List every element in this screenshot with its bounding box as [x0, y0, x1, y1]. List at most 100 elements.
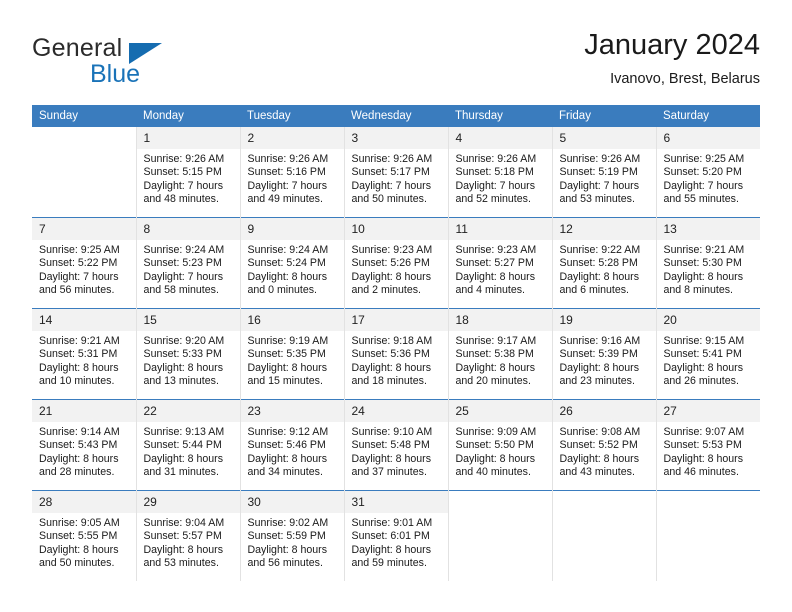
day-sun-info: Sunrise: 9:23 AM Sunset: 5:26 PM Daylight:… [345, 240, 448, 297]
calendar-day-cell[interactable]: 23 Sunrise: 9:12 AM Sunset: 5:46 PM Dayligh… [240, 399, 345, 491]
day-info-line: and 4 minutes. [455, 283, 526, 296]
calendar-day-cell[interactable]: 6 Sunrise: 9:25 AM Sunset: 5:20 PM Daylight… [656, 127, 760, 218]
day-info-line: Sunrise: 9:26 AM [143, 153, 225, 165]
calendar-day-cell[interactable]: 24 Sunrise: 9:10 AM Sunset: 5:48 PM Dayligh… [344, 399, 449, 491]
day-info-line: and 18 minutes. [351, 374, 427, 387]
day-sun-info: Sunrise: 9:19 AM Sunset: 5:35 PM Daylight:… [241, 331, 344, 388]
day-info-line: Sunrise: 9:05 AM [39, 517, 120, 529]
day-info-line: Daylight: 8 hours [351, 543, 432, 556]
calendar-day-cell[interactable]: 3 Sunrise: 9:26 AM Sunset: 5:17 PM Daylight… [344, 127, 449, 218]
calendar-day-cell[interactable]: 11 Sunrise: 9:23 AM Sunset: 5:27 PM Dayligh… [448, 217, 553, 309]
day-number: 20 [656, 309, 760, 331]
day-info-line: and 46 minutes. [663, 465, 739, 478]
day-sun-info: Sunrise: 9:24 AM Sunset: 5:23 PM Daylight:… [137, 240, 240, 297]
day-number: 15 [136, 309, 240, 331]
day-number: 24 [344, 400, 448, 422]
calendar-day-cell[interactable]: 28 Sunrise: 9:05 AM Sunset: 5:55 PM Dayligh… [32, 490, 137, 581]
day-info-line: Sunset: 5:18 PM [455, 166, 534, 179]
calendar-day-cell[interactable]: 16 Sunrise: 9:19 AM Sunset: 5:35 PM Dayligh… [240, 308, 345, 400]
calendar-day-cell[interactable]: 8 Sunrise: 9:24 AM Sunset: 5:23 PM Daylight… [136, 217, 241, 309]
day-sun-info: Sunrise: 9:14 AM Sunset: 5:43 PM Daylight:… [32, 422, 136, 479]
day-number: 30 [240, 491, 344, 513]
day-info-line: Sunset: 5:20 PM [663, 166, 742, 179]
day-info-line: Daylight: 8 hours [39, 543, 119, 556]
day-info-line: Sunrise: 9:01 AM [351, 517, 433, 529]
day-info-line: Daylight: 8 hours [247, 452, 328, 465]
calendar-day-cell[interactable]: 5 Sunrise: 9:26 AM Sunset: 5:19 PM Daylight… [552, 127, 657, 218]
calendar-day-cell[interactable]: 4 Sunrise: 9:26 AM Sunset: 5:18 PM Daylight… [448, 127, 553, 218]
calendar-day-cell[interactable]: 21 Sunrise: 9:14 AM Sunset: 5:43 PM Dayligh… [32, 399, 137, 491]
day-info-line: and 56 minutes. [39, 283, 115, 296]
day-info-line: Sunset: 5:55 PM [39, 530, 118, 543]
day-number: 4 [448, 127, 552, 149]
calendar-day-cell[interactable]: 31 Sunrise: 9:01 AM Sunset: 6:01 PM Dayligh… [344, 490, 449, 581]
day-info-line: Sunset: 5:28 PM [559, 257, 638, 270]
day-info-line: Sunset: 5:38 PM [455, 348, 534, 361]
day-info-line: Daylight: 8 hours [663, 452, 744, 465]
calendar-day-cell[interactable]: 17 Sunrise: 9:18 AM Sunset: 5:36 PM Dayligh… [344, 308, 449, 400]
day-sun-info [553, 513, 656, 517]
calendar-cell-empty [32, 127, 137, 218]
calendar-week-row: 1 Sunrise: 9:26 AM Sunset: 5:15 PM Daylight… [32, 127, 760, 218]
day-info-line: Sunrise: 9:17 AM [455, 335, 537, 347]
calendar-day-cell[interactable]: 29 Sunrise: 9:04 AM Sunset: 5:57 PM Dayligh… [136, 490, 241, 581]
day-info-line: Sunrise: 9:21 AM [39, 335, 120, 347]
day-sun-info: Sunrise: 9:26 AM Sunset: 5:19 PM Daylight:… [553, 149, 656, 206]
day-sun-info: Sunrise: 9:21 AM Sunset: 5:31 PM Daylight:… [32, 331, 136, 388]
calendar-day-cell[interactable]: 9 Sunrise: 9:24 AM Sunset: 5:24 PM Daylight… [240, 217, 345, 309]
day-info-line: Daylight: 8 hours [143, 361, 224, 374]
weekday-header-saturday: Saturday [656, 105, 760, 127]
calendar-day-cell[interactable]: 13 Sunrise: 9:21 AM Sunset: 5:30 PM Dayligh… [656, 217, 760, 309]
day-info-line: Sunset: 5:50 PM [455, 439, 534, 452]
calendar-day-cell[interactable]: 1 Sunrise: 9:26 AM Sunset: 5:15 PM Daylight… [136, 127, 241, 218]
calendar-day-cell[interactable]: 14 Sunrise: 9:21 AM Sunset: 5:31 PM Dayligh… [32, 308, 137, 400]
calendar-day-cell[interactable]: 18 Sunrise: 9:17 AM Sunset: 5:38 PM Dayligh… [448, 308, 553, 400]
day-sun-info: Sunrise: 9:18 AM Sunset: 5:36 PM Daylight:… [345, 331, 448, 388]
calendar-day-cell[interactable]: 19 Sunrise: 9:16 AM Sunset: 5:39 PM Dayligh… [552, 308, 657, 400]
day-info-line: and 28 minutes. [39, 465, 115, 478]
calendar-day-cell[interactable]: 27 Sunrise: 9:07 AM Sunset: 5:53 PM Dayligh… [656, 399, 760, 491]
day-info-line: Sunset: 5:15 PM [143, 166, 222, 179]
calendar-day-cell[interactable]: 10 Sunrise: 9:23 AM Sunset: 5:26 PM Dayligh… [344, 217, 449, 309]
calendar-day-cell[interactable]: 30 Sunrise: 9:02 AM Sunset: 5:59 PM Dayligh… [240, 490, 345, 581]
calendar-day-cell[interactable]: 12 Sunrise: 9:22 AM Sunset: 5:28 PM Dayligh… [552, 217, 657, 309]
day-info-line: Sunset: 5:59 PM [247, 530, 326, 543]
day-info-line: Sunrise: 9:26 AM [247, 153, 329, 165]
day-info-line: Sunrise: 9:08 AM [559, 426, 641, 438]
day-info-line: and 50 minutes. [39, 556, 115, 569]
calendar-day-cell[interactable]: 25 Sunrise: 9:09 AM Sunset: 5:50 PM Dayligh… [448, 399, 553, 491]
day-number: 17 [344, 309, 448, 331]
day-info-line: Sunrise: 9:10 AM [351, 426, 433, 438]
day-info-line: Sunset: 5:27 PM [455, 257, 534, 270]
day-info-line: and 48 minutes. [143, 192, 219, 205]
day-info-line: Daylight: 8 hours [455, 452, 536, 465]
day-info-line: Sunset: 5:16 PM [247, 166, 326, 179]
day-number: 6 [656, 127, 760, 149]
day-info-line: and 10 minutes. [39, 374, 115, 387]
calendar-day-cell[interactable]: 2 Sunrise: 9:26 AM Sunset: 5:16 PM Daylight… [240, 127, 345, 218]
day-sun-info: Sunrise: 9:23 AM Sunset: 5:27 PM Daylight:… [449, 240, 552, 297]
calendar-day-cell[interactable]: 26 Sunrise: 9:08 AM Sunset: 5:52 PM Dayligh… [552, 399, 657, 491]
day-info-line: and 37 minutes. [351, 465, 427, 478]
day-info-line: Sunrise: 9:26 AM [455, 153, 537, 165]
day-number: 23 [240, 400, 344, 422]
calendar-cell-empty [656, 490, 760, 581]
day-info-line: and 52 minutes. [455, 192, 531, 205]
day-sun-info: Sunrise: 9:15 AM Sunset: 5:41 PM Daylight:… [657, 331, 761, 388]
day-info-line: and 53 minutes. [559, 192, 635, 205]
day-number: 29 [136, 491, 240, 513]
day-info-line: and 2 minutes. [351, 283, 422, 296]
day-number: 8 [136, 218, 240, 240]
day-info-line: Sunrise: 9:15 AM [663, 335, 745, 347]
day-number: 10 [344, 218, 448, 240]
day-sun-info: Sunrise: 9:20 AM Sunset: 5:33 PM Daylight:… [137, 331, 240, 388]
calendar-day-cell[interactable]: 22 Sunrise: 9:13 AM Sunset: 5:44 PM Dayligh… [136, 399, 241, 491]
day-number: 31 [344, 491, 448, 513]
calendar-day-cell[interactable]: 20 Sunrise: 9:15 AM Sunset: 5:41 PM Dayligh… [656, 308, 761, 400]
calendar-day-cell[interactable]: 15 Sunrise: 9:20 AM Sunset: 5:33 PM Dayligh… [136, 308, 241, 400]
day-number: 9 [240, 218, 344, 240]
day-number: 3 [344, 127, 448, 149]
day-info-line: Sunrise: 9:19 AM [247, 335, 329, 347]
day-sun-info: Sunrise: 9:25 AM Sunset: 5:22 PM Daylight:… [32, 240, 136, 297]
calendar-day-cell[interactable]: 7 Sunrise: 9:25 AM Sunset: 5:22 PM Daylight… [32, 217, 137, 309]
